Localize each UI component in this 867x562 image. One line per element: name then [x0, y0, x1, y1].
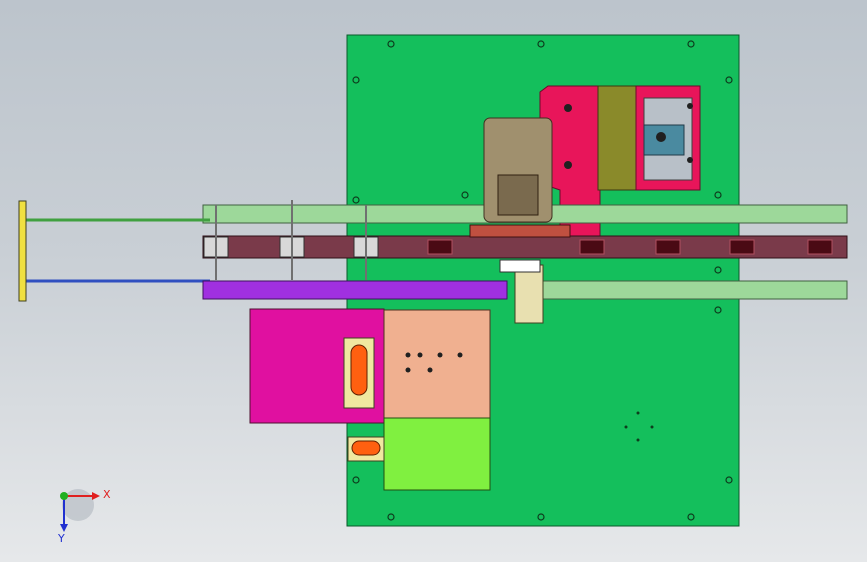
- cylinder: [499, 259, 541, 273]
- axis-triad: [60, 489, 100, 532]
- x-axis-label: X: [103, 488, 111, 501]
- cad-viewport[interactable]: X Y: [0, 0, 867, 562]
- orange-slot: [350, 344, 368, 396]
- y-axis-label: Y: [58, 532, 65, 545]
- z-axis-dot: [60, 492, 68, 500]
- panel-lime[interactable]: [383, 417, 491, 491]
- cad-drawing: [18, 34, 848, 532]
- lower-rail-right[interactable]: [542, 280, 848, 300]
- lower-rail[interactable]: [202, 280, 508, 300]
- pillow-block: [514, 264, 544, 324]
- panel-peach[interactable]: [383, 309, 491, 419]
- left-stop-plate: [18, 200, 27, 302]
- lower-orange-slot: [351, 440, 381, 456]
